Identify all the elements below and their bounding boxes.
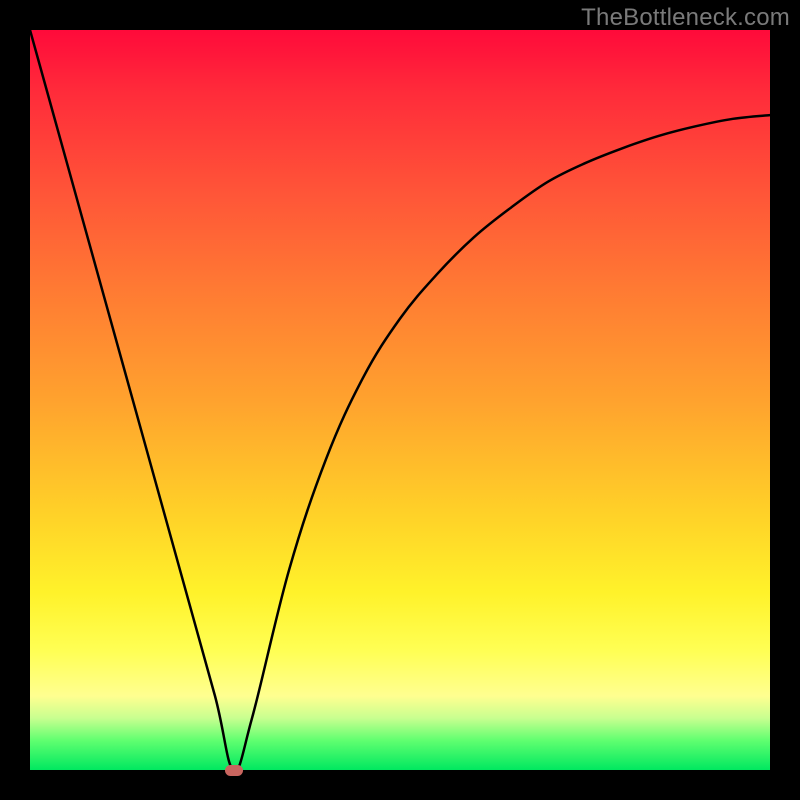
chart-frame: TheBottleneck.com (0, 0, 800, 800)
data-curve (30, 30, 770, 770)
plot-area (30, 30, 770, 770)
min-marker (225, 765, 243, 776)
watermark-label: TheBottleneck.com (581, 4, 790, 32)
curve-svg (30, 30, 770, 770)
